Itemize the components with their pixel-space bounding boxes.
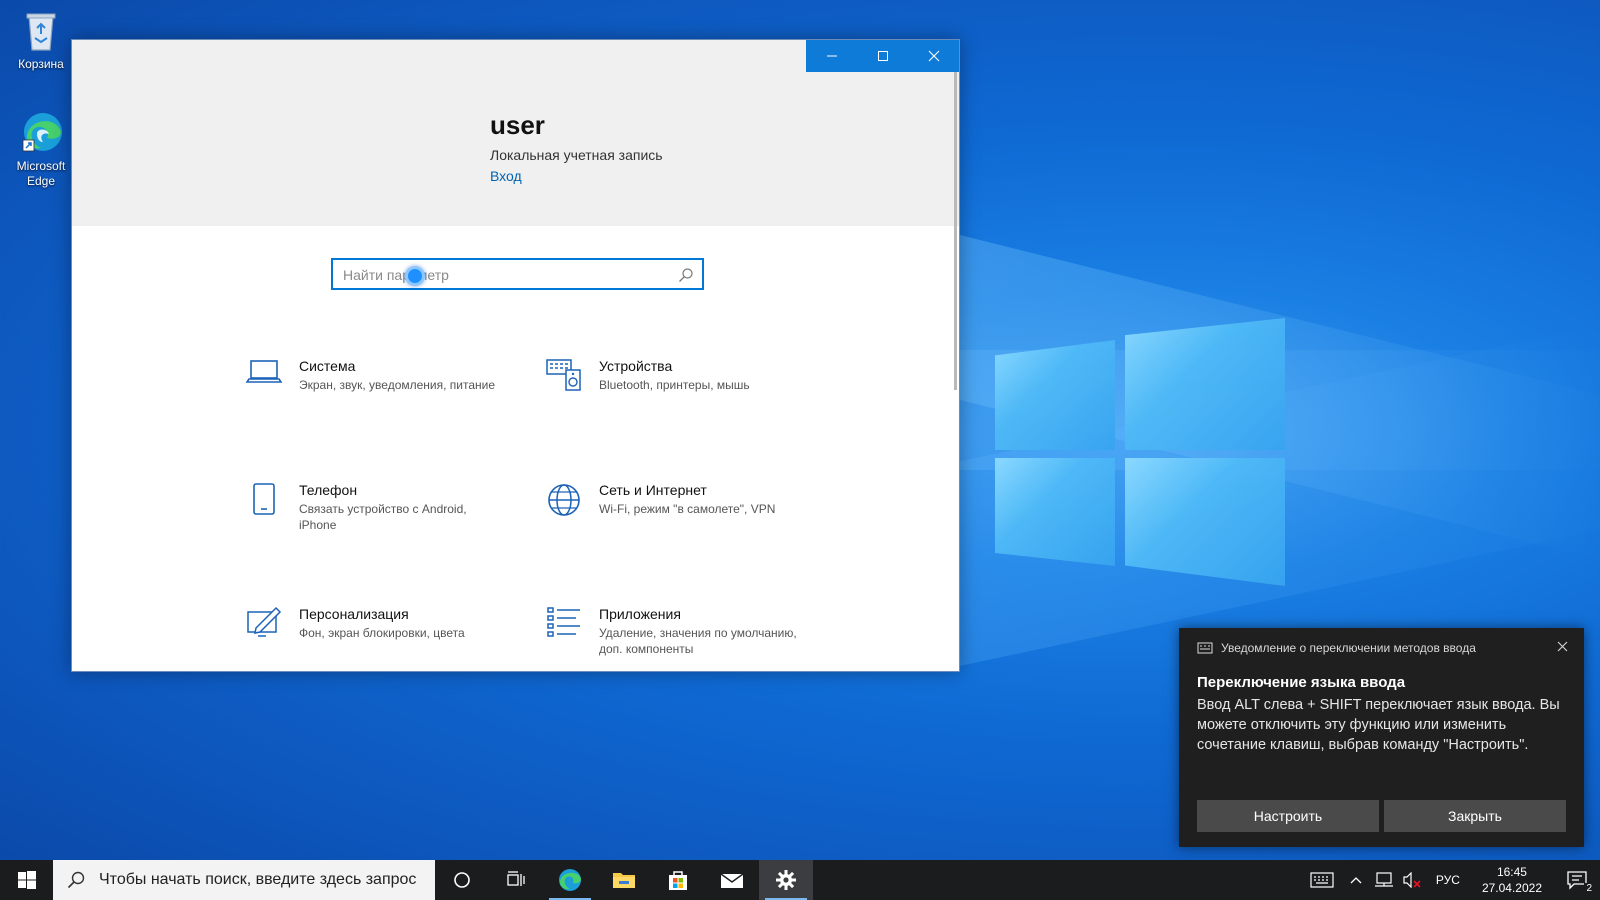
- tile-devices[interactable]: Устройства Bluetooth, принтеры, мышь: [541, 358, 811, 438]
- tile-description: Wi-Fi, режим "в самолете", VPN: [599, 502, 776, 516]
- settings-search-input[interactable]: [343, 265, 663, 285]
- tile-title: Система: [299, 358, 356, 374]
- tile-phone[interactable]: Телефон Связать устройство с Android, iP…: [241, 482, 511, 562]
- tile-description: Экран, звук, уведомления, питание: [299, 378, 496, 392]
- start-button[interactable]: [0, 860, 53, 900]
- tile-system[interactable]: Система Экран, звук, уведомления, питани…: [241, 358, 511, 438]
- taskbar: Чтобы начать поиск, введите здесь запрос…: [0, 860, 1600, 900]
- apps-list-icon: [541, 606, 587, 646]
- tile-title: Сеть и Интернет: [599, 482, 707, 498]
- system-tray: РУС 16:45 27.04.2022 2: [1302, 860, 1600, 900]
- windows-start-icon: [17, 871, 36, 889]
- tile-description: Bluetooth, принтеры, мышь: [599, 378, 750, 392]
- desktop-icon-label: Edge: [26, 174, 56, 188]
- edge-icon: [17, 110, 65, 156]
- tile-title: Приложения: [599, 606, 681, 622]
- phone-icon: [241, 482, 287, 522]
- maximize-icon: [877, 51, 888, 61]
- settings-gear-icon: [776, 870, 796, 890]
- tile-personalization[interactable]: Персонализация Фон, экран блокировки, цв…: [241, 606, 511, 671]
- taskbar-settings[interactable]: [759, 860, 813, 900]
- taskbar-mail[interactable]: [705, 860, 759, 900]
- mouse-cursor: [405, 266, 425, 286]
- clock-time: 16:45: [1496, 865, 1527, 879]
- clock[interactable]: 16:45 27.04.2022: [1470, 864, 1554, 896]
- scrollbar[interactable]: [954, 72, 957, 390]
- clock-date: 27.04.2022: [1481, 881, 1542, 895]
- taskbar-search-placeholder: Чтобы начать поиск, введите здесь запрос: [99, 871, 417, 888]
- minimize-icon: [826, 55, 837, 57]
- task-view-button[interactable]: [489, 860, 543, 900]
- toast-header: Уведомление о переключении методов ввода: [1197, 641, 1476, 655]
- toast-dismiss-button[interactable]: Закрыть: [1384, 800, 1566, 832]
- volume-muted-icon: [1403, 872, 1421, 888]
- settings-header: user Локальная учетная запись Вход: [72, 40, 959, 226]
- taskbar-edge[interactable]: [543, 860, 597, 900]
- keyboard-icon: [1310, 872, 1334, 888]
- keyboard-icon: [1197, 642, 1213, 654]
- account-type: Локальная учетная запись: [490, 147, 663, 163]
- settings-search-box[interactable]: [331, 258, 704, 290]
- settings-window: user Локальная учетная запись Вход Систе…: [71, 39, 960, 672]
- desktop-icon-recycle-bin[interactable]: Корзина: [3, 8, 79, 72]
- mail-icon: [720, 873, 744, 888]
- globe-icon: [541, 482, 587, 522]
- file-explorer-icon: [613, 873, 635, 888]
- tile-title: Персонализация: [299, 606, 409, 622]
- tile-description: Связать устройство с Android, iPhone: [299, 502, 467, 532]
- action-center-button[interactable]: 2: [1554, 860, 1600, 900]
- minimize-button[interactable]: [806, 40, 857, 72]
- cortana-button[interactable]: [435, 860, 489, 900]
- tile-apps[interactable]: Приложения Удаление, значения по умолчан…: [541, 606, 811, 671]
- laptop-icon: [241, 358, 287, 398]
- desktop-icon-label: Корзина: [18, 57, 64, 71]
- devices-icon: [541, 358, 587, 398]
- tile-description: Удаление, значения по умолчанию, доп. ко…: [599, 626, 797, 656]
- chevron-up-icon: [1350, 877, 1362, 884]
- toast-header-text: Уведомление о переключении методов ввода: [1221, 641, 1476, 655]
- tile-title: Устройства: [599, 358, 673, 374]
- tile-network[interactable]: Сеть и Интернет Wi-Fi, режим "в самолете…: [541, 482, 811, 562]
- input-language-indicator[interactable]: РУС: [1426, 873, 1470, 887]
- window-controls: [806, 40, 959, 72]
- search-icon[interactable]: [678, 267, 694, 283]
- login-link[interactable]: Вход: [490, 168, 522, 184]
- personalization-icon: [241, 606, 287, 646]
- toast-close-button[interactable]: [1552, 636, 1572, 656]
- user-name: user: [490, 110, 545, 140]
- recycle-bin-icon: [17, 8, 65, 54]
- taskbar-store[interactable]: [651, 860, 705, 900]
- desktop-icon-label: Microsoft: [16, 159, 66, 173]
- tile-description: Фон, экран блокировки, цвета: [299, 626, 465, 640]
- input-switch-notification: Уведомление о переключении методов ввода…: [1179, 628, 1584, 847]
- maximize-button[interactable]: [857, 40, 908, 72]
- desktop-icon-edge[interactable]: Microsoft Edge: [3, 110, 79, 189]
- task-view-icon: [507, 871, 525, 886]
- close-button[interactable]: [908, 40, 959, 72]
- network-tray-button[interactable]: [1370, 860, 1398, 900]
- tile-title: Телефон: [299, 482, 358, 498]
- taskbar-file-explorer[interactable]: [597, 860, 651, 900]
- taskbar-search[interactable]: Чтобы начать поиск, введите здесь запрос: [53, 860, 435, 900]
- touch-keyboard-button[interactable]: [1302, 860, 1342, 900]
- store-icon: [669, 871, 687, 890]
- search-icon: [67, 871, 85, 889]
- notification-count-badge: 2: [1584, 883, 1594, 894]
- close-icon: [1557, 641, 1567, 651]
- edge-icon: [559, 869, 581, 891]
- cortana-icon: [454, 872, 470, 888]
- network-icon: [1374, 872, 1393, 887]
- close-icon: [928, 50, 939, 62]
- toast-title: Переключение языка ввода: [1197, 674, 1406, 691]
- toast-body: Ввод ALT слева + SHIFT переключает язык …: [1197, 697, 1560, 753]
- volume-tray-button[interactable]: [1398, 860, 1426, 900]
- configure-button[interactable]: Настроить: [1197, 800, 1379, 832]
- windows-wallpaper-logo: [995, 318, 1285, 586]
- show-hidden-icons-button[interactable]: [1342, 860, 1370, 900]
